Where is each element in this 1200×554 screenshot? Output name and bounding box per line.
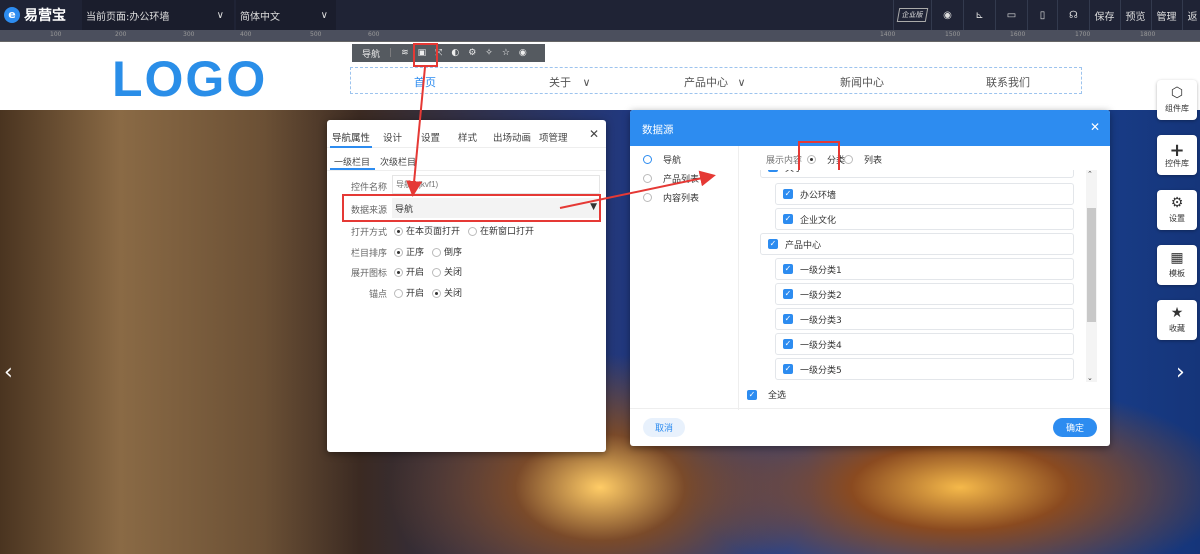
arrow-to-dialog <box>559 170 716 209</box>
annotation-arrows <box>406 66 716 209</box>
arrow-to-datasource <box>406 66 426 197</box>
